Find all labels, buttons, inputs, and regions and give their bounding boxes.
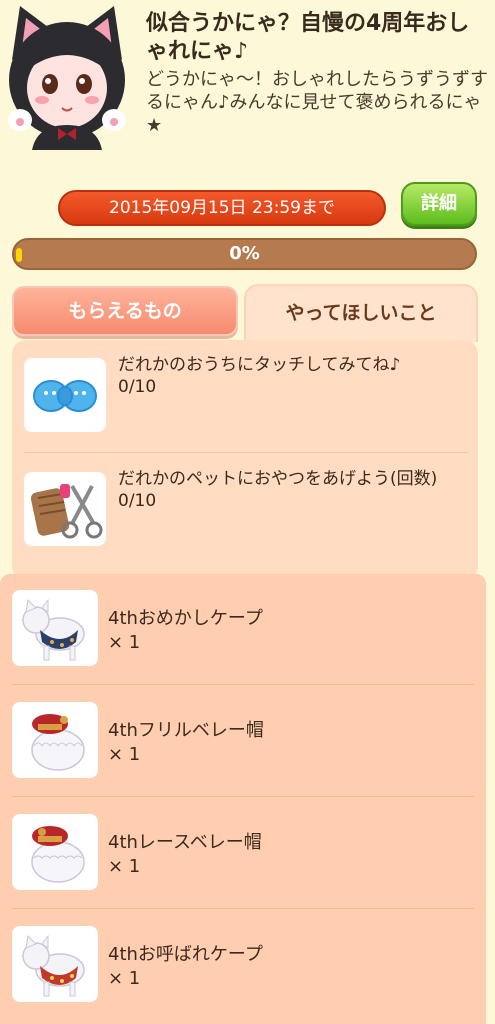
progress-label: 0% xyxy=(229,243,260,264)
reward-name: 4thフリルベレー帽 xyxy=(108,720,264,741)
grooming-tools-icon xyxy=(24,472,106,546)
task-description: だれかのペットにおやつをあげよう(回数) xyxy=(118,469,438,489)
divider xyxy=(24,452,468,453)
task-progress: 0/10 xyxy=(118,491,157,511)
reward-name: 4thおめかしケープ xyxy=(108,608,263,629)
reward-name: 4thレースベレー帽 xyxy=(108,832,262,853)
frill-beret-icon xyxy=(12,702,98,778)
reward-item[interactable]: 4thフリルベレー帽 × 1 xyxy=(12,686,482,798)
progress-bar: 0% xyxy=(12,238,477,270)
divider xyxy=(12,684,474,685)
deadline-badge: 2015年09月15日 23:59まで xyxy=(58,190,386,226)
rewards-panel: 4thおめかしケープ × 1 4thフリルベレー帽 × 1 4thレースベレー帽… xyxy=(0,574,486,1024)
lace-beret-icon xyxy=(12,814,98,890)
detail-button[interactable]: 詳細 xyxy=(401,182,477,226)
task-description: だれかのおうちにタッチしてみてね♪ xyxy=(118,355,401,375)
reward-item[interactable]: 4thおめかしケープ × 1 xyxy=(12,574,482,686)
cat-girl-avatar xyxy=(2,0,132,150)
reward-name: 4thお呼ばれケープ xyxy=(108,944,263,965)
divider xyxy=(12,908,474,909)
tab-tasks[interactable]: やってほしいこと xyxy=(244,284,478,342)
tab-rewards[interactable]: もらえるもの xyxy=(12,286,238,336)
party-cape-icon xyxy=(12,926,98,1002)
divider xyxy=(12,796,474,797)
reward-item[interactable]: 4thお呼ばれケープ × 1 xyxy=(12,910,482,1022)
tasks-panel: だれかのおうちにタッチしてみてね♪ 0/10 だれかのペットにおやつをあげよう(… xyxy=(12,340,478,580)
reward-quantity: × 1 xyxy=(108,632,141,653)
reward-quantity: × 1 xyxy=(108,968,141,989)
header: 似合うかにゃ？自慢の4周年おしゃれにゃ♪ どうかにゃ〜！おしゃれしたらうずうずす… xyxy=(0,0,495,180)
event-description: どうかにゃ〜！おしゃれしたらうずうずするにゃん♪みんなに見せて褒められるにゃ★ xyxy=(146,69,488,136)
reward-item[interactable]: 4thレースベレー帽 × 1 xyxy=(12,798,482,910)
event-title: 似合うかにゃ？自慢の4周年おしゃれにゃ♪ xyxy=(146,11,470,64)
task-item: だれかのペットにおやつをあげよう(回数) 0/10 xyxy=(24,460,468,560)
task-item: だれかのおうちにタッチしてみてね♪ 0/10 xyxy=(24,346,468,446)
task-progress: 0/10 xyxy=(118,377,157,397)
cat-cape-icon xyxy=(12,590,98,666)
reward-quantity: × 1 xyxy=(108,856,141,877)
reward-quantity: × 1 xyxy=(108,744,141,765)
blue-bow-icon xyxy=(24,358,106,432)
